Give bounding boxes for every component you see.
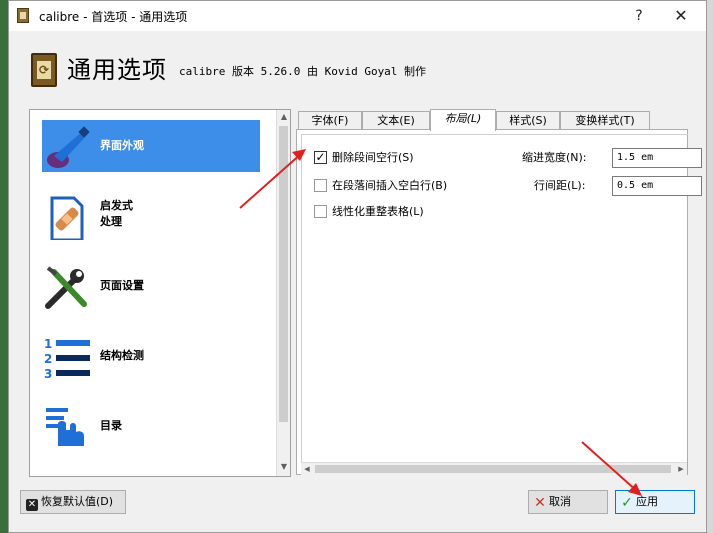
numbered-list-icon: 1 2 3 [44,337,90,380]
window-title: calibre - 首选项 - 通用选项 [39,10,188,24]
paintbrush-icon [47,126,90,168]
help-button[interactable]: ? [619,4,659,28]
button-label: 恢复默认值(D) [41,495,114,508]
category-label: 界面外观 [100,139,144,152]
page-title: 通用选项 [67,56,167,84]
svg-text:2: 2 [44,352,52,366]
options-panel: 字体(F) 文本(E) 布局(L) 样式(S) 变换样式(T) ✓ 删除段间空行… [294,109,702,477]
tab-font[interactable]: 字体(F) [298,111,362,130]
cancel-button[interactable]: ✕ 取消 [528,490,608,514]
wrench-screwdriver-icon [45,266,87,309]
button-label: 取消 [549,495,571,508]
category-table-of-contents[interactable]: 目录 [42,400,260,452]
checkbox-checked[interactable]: ✓ [314,151,327,164]
category-scrollbar[interactable]: ▲ ▼ [276,110,290,476]
tab-styles[interactable]: 样式(S) [496,111,560,130]
checkbox-unchecked[interactable] [314,205,327,218]
line-spacing-input[interactable]: 0.5 em [612,176,702,196]
calibre-book-icon: ⟳ [31,53,57,87]
dialog-header: ⟳ 通用选项 calibre 版本 5.26.0 由 Kovid Goyal 制… [9,31,706,105]
category-list: 界面外观 启发式 处理 页面设置 1 2 3 结构检测 目录 ▲ ▼ [29,109,291,477]
version-info: calibre 版本 5.26.0 由 Kovid Goyal 制作 [179,65,427,78]
category-label: 页面设置 [100,279,144,292]
scroll-up-icon[interactable]: ▲ [277,110,290,124]
desktop-background-right [707,0,713,533]
layout-options-area: ✓ 删除段间空行(S) 在段落间插入空白行(B) 线性化重整表格(L) 缩进宽度… [301,134,702,465]
tab-layout[interactable]: 布局(L) [430,109,496,131]
category-label: 启发式 处理 [100,199,133,228]
horizontal-scrollbar[interactable]: ◀ ▶ [301,462,687,475]
checkbox-unchecked[interactable] [314,179,327,192]
preferences-dialog: calibre - 首选项 - 通用选项 ? ✕ ⟳ 通用选项 calibre … [8,0,707,533]
scroll-down-icon[interactable]: ▼ [277,460,290,474]
svg-text:3: 3 [44,367,52,380]
green-check-icon: ✓ [621,495,633,511]
layout-tab-content: ✓ 删除段间空行(S) 在段落间插入空白行(B) 线性化重整表格(L) 缩进宽度… [296,129,702,475]
calibre-app-icon [17,8,29,23]
button-label: 应用 [636,495,658,508]
scrollbar-thumb[interactable] [279,126,288,422]
scroll-right-icon[interactable]: ▶ [675,463,687,475]
category-label: 目录 [100,419,122,432]
category-heuristic-processing[interactable]: 启发式 处理 [42,190,260,242]
hand-pointer-icon [46,408,84,446]
category-look-and-feel[interactable]: 界面外观 [42,120,260,172]
restore-defaults-button[interactable]: ✕ 恢复默认值(D) [20,490,126,514]
red-x-icon: ✕ [534,495,546,511]
indent-width-input[interactable]: 1.5 em [612,148,702,168]
close-x-icon: ✕ [26,499,38,511]
category-structure-detection[interactable]: 1 2 3 结构检测 [42,330,260,382]
line-spacing-label: 行间距(L): [534,179,586,192]
indent-width-label: 缩进宽度(N): [522,151,587,164]
refresh-glyph-icon: ⟳ [37,61,51,79]
option-label: 删除段间空行(S) [332,151,414,164]
title-bar: calibre - 首选项 - 通用选项 ? ✕ [9,1,706,31]
tab-text[interactable]: 文本(E) [362,111,430,130]
apply-button[interactable]: ✓ 应用 [615,490,695,514]
category-page-setup[interactable]: 页面设置 [42,260,260,312]
document-bandage-icon [50,196,84,240]
scroll-left-icon[interactable]: ◀ [301,463,313,475]
tab-transform-styles[interactable]: 变换样式(T) [560,111,650,130]
option-label: 线性化重整表格(L) [332,205,424,218]
desktop-background-left [0,0,8,533]
scrollbar-thumb[interactable] [315,465,671,473]
option-label: 在段落间插入空白行(B) [332,179,448,192]
close-button[interactable]: ✕ [661,4,701,28]
category-label: 结构检测 [100,349,144,362]
svg-text:1: 1 [44,337,52,351]
